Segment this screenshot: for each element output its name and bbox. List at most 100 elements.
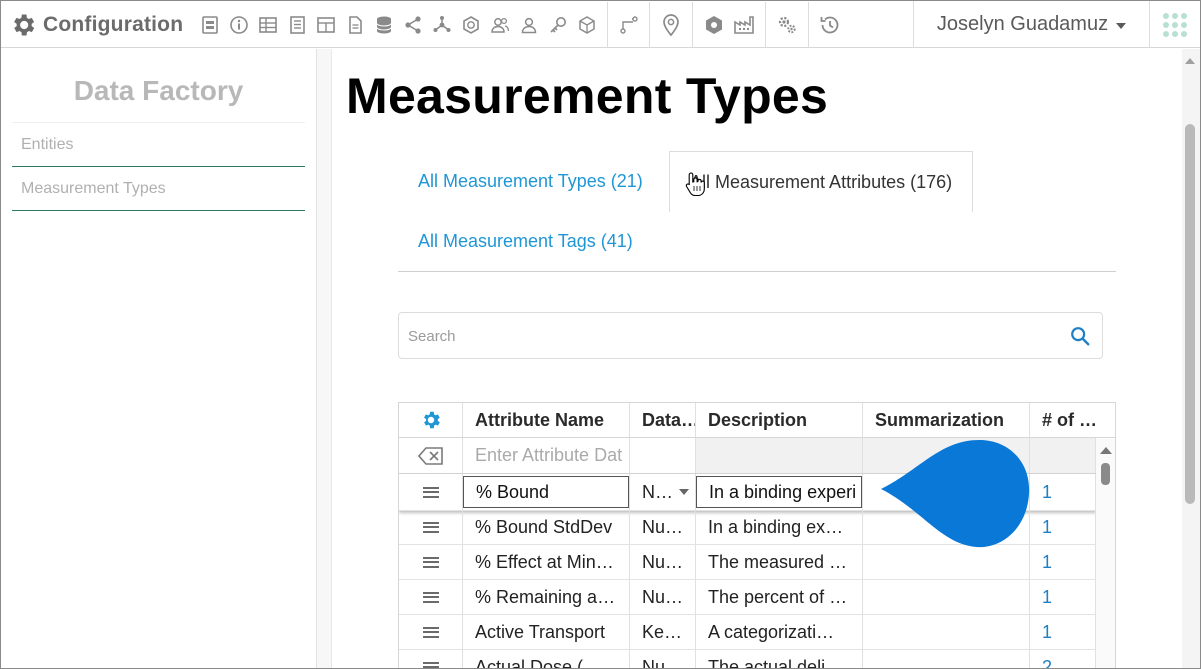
count-link[interactable]: 1 <box>1030 580 1096 614</box>
history-icon[interactable] <box>815 11 845 39</box>
user-icon[interactable] <box>514 11 543 39</box>
description-editor[interactable]: In a binding experi <box>696 476 862 508</box>
table-row[interactable]: Active Transport Ke… A categorizati… 1 <box>399 615 1096 650</box>
drag-handle-icon <box>422 626 439 638</box>
data-type-filter[interactable] <box>630 438 696 473</box>
attribute-name-cell[interactable]: % Remaining a… <box>463 580 630 614</box>
page-scrollbar-thumb[interactable] <box>1185 124 1195 504</box>
description-cell[interactable]: A categorizati… <box>696 615 863 649</box>
drag-handle[interactable] <box>399 580 463 614</box>
table-row[interactable]: % Effect at Min… Nu… The measured … 1 <box>399 545 1096 580</box>
data-type-cell[interactable]: Nu… <box>630 510 696 544</box>
apps-grid-icon <box>1163 12 1187 37</box>
count-link[interactable]: 1 <box>1030 615 1096 649</box>
toolbar-separator <box>692 2 693 48</box>
description-cell[interactable]: The percent of … <box>696 580 863 614</box>
summarization-cell[interactable] <box>863 615 1030 649</box>
clear-filter-button[interactable] <box>399 438 463 473</box>
toolbar-separator <box>649 2 650 48</box>
column-settings[interactable] <box>399 403 463 437</box>
description-cell[interactable]: The actual deli… <box>696 650 863 668</box>
app-window: Configuration Joselyn Guadamuz Data Fact… <box>0 0 1201 669</box>
database-icon[interactable] <box>369 11 398 39</box>
workflow-icon[interactable] <box>614 11 643 39</box>
table-row[interactable]: Actual Dose (… Nu… The actual deli… 2 <box>399 650 1096 668</box>
count-link[interactable]: 1 <box>1030 545 1096 579</box>
drag-handle[interactable] <box>399 545 463 579</box>
attribute-name-cell[interactable]: % Effect at Min… <box>463 545 630 579</box>
drag-handle[interactable] <box>399 474 463 510</box>
page-scrollbar[interactable] <box>1182 49 1200 668</box>
key-icon[interactable] <box>543 11 572 39</box>
column-header-count[interactable]: # of … <box>1030 403 1115 437</box>
count-link[interactable]: 2 <box>1030 650 1096 668</box>
app-launcher[interactable] <box>1149 1 1200 48</box>
tabs-divider <box>398 271 1116 272</box>
drag-handle[interactable] <box>399 510 463 544</box>
data-type-cell[interactable]: Nu… <box>630 545 696 579</box>
data-type-dropdown[interactable]: N… <box>630 474 696 510</box>
scroll-up-arrow-icon[interactable] <box>1100 447 1112 454</box>
column-header-data-type[interactable]: Data… <box>630 403 696 437</box>
app-title: Configuration <box>43 13 184 36</box>
column-header-attribute-name[interactable]: Attribute Name <box>463 403 630 437</box>
network-icon[interactable] <box>427 11 456 39</box>
flask-icon[interactable] <box>699 11 729 39</box>
column-header-summarization[interactable]: Summarization <box>863 403 1030 437</box>
brand[interactable]: Configuration <box>9 10 183 40</box>
attribute-name-cell[interactable]: Actual Dose (… <box>463 650 630 668</box>
toolbar-separator <box>808 2 809 48</box>
user-menu[interactable]: Joselyn Guadamuz <box>913 1 1149 48</box>
tab-all-measurement-types[interactable]: All Measurement Types (21) <box>418 166 643 196</box>
description-filter <box>696 438 863 473</box>
share-icon[interactable] <box>398 11 427 39</box>
users-icon[interactable] <box>485 11 514 39</box>
tab-all-measurement-tags[interactable]: All Measurement Tags (41) <box>418 226 633 256</box>
description-cell[interactable]: The measured … <box>696 545 863 579</box>
cd-icon[interactable] <box>456 11 485 39</box>
search-icon[interactable] <box>1069 325 1091 347</box>
summarization-cell[interactable] <box>863 545 1030 579</box>
attribute-name-cell[interactable]: Active Transport <box>463 615 630 649</box>
count-link[interactable]: 1 <box>1030 510 1096 544</box>
search-box <box>398 312 1103 359</box>
drag-handle[interactable] <box>399 615 463 649</box>
info-icon[interactable] <box>224 11 253 39</box>
form-icon[interactable] <box>195 11 224 39</box>
description-cell[interactable]: In a binding ex… <box>696 510 863 544</box>
drop-marker-icon <box>881 439 1030 548</box>
data-type-cell[interactable]: Nu… <box>630 580 696 614</box>
table-icon[interactable] <box>253 11 282 39</box>
grid-scrollbar-thumb[interactable] <box>1101 463 1110 485</box>
data-type-cell[interactable]: Ke… <box>630 615 696 649</box>
drag-handle-icon <box>422 556 439 568</box>
grid-scrollbar[interactable] <box>1096 439 1115 668</box>
data-type-cell[interactable]: Nu… <box>630 650 696 668</box>
gears-icon[interactable] <box>772 11 802 39</box>
location-pin-icon[interactable] <box>656 11 686 39</box>
top-bar: Configuration Joselyn Guadamuz <box>1 1 1200 48</box>
sidebar-title: Data Factory <box>73 75 244 106</box>
tab-all-measurement-attributes[interactable]: All Measurement Attributes (176) <box>669 151 974 212</box>
notebook-icon[interactable] <box>282 11 311 39</box>
table-layout-icon[interactable] <box>311 11 340 39</box>
summarization-cell[interactable] <box>863 580 1030 614</box>
attribute-name-editor[interactable]: % Bound <box>463 476 629 508</box>
summarization-cell[interactable] <box>863 650 1030 668</box>
attribute-name-filter[interactable]: Enter Attribute Dat <box>463 438 630 473</box>
factory-icon[interactable] <box>729 11 759 39</box>
sidebar-item-entities[interactable]: Entities <box>12 123 305 167</box>
scroll-up-arrow-icon[interactable] <box>1185 58 1195 64</box>
drag-handle[interactable] <box>399 650 463 668</box>
sidebar-item-measurement-types[interactable]: Measurement Types <box>12 167 305 211</box>
count-filter <box>1030 438 1096 473</box>
count-link[interactable]: 1 <box>1030 474 1096 510</box>
drag-handle-icon <box>422 521 439 533</box>
column-header-description[interactable]: Description <box>696 403 863 437</box>
cube-icon[interactable] <box>572 11 601 39</box>
panel-splitter[interactable] <box>317 49 332 668</box>
document-icon[interactable] <box>340 11 369 39</box>
table-row[interactable]: % Remaining a… Nu… The percent of … 1 <box>399 580 1096 615</box>
attribute-name-cell[interactable]: % Bound StdDev <box>463 510 630 544</box>
search-input[interactable] <box>408 325 1048 347</box>
